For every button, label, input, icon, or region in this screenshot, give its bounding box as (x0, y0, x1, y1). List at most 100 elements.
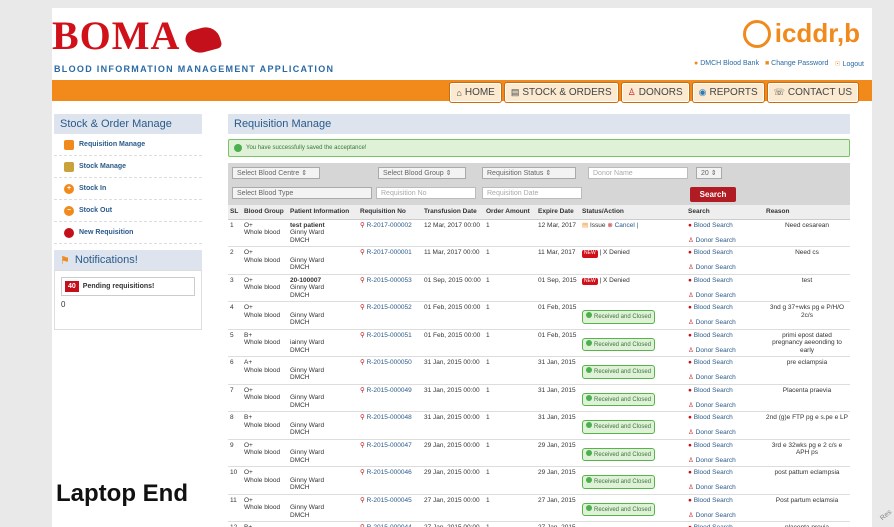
denied-action[interactable]: | X Denied (599, 249, 629, 256)
nav-stock-button[interactable]: ▤ STOCK & ORDERS (504, 83, 618, 102)
cell-search: ● Blood Search♙ Donor Search (686, 329, 764, 357)
cell-blood-group: O+ Whole blood (242, 246, 288, 275)
boma-logo[interactable]: BOMA (52, 13, 223, 58)
main-content: Requisition Manage You have successfully… (228, 114, 850, 527)
cell-requisition-no[interactable]: ⚲ R-2017-000002 (358, 219, 422, 247)
cell-requisition-no[interactable]: ⚲ R-2015-000052 (358, 301, 422, 330)
donor-search-link[interactable]: Donor Search (696, 429, 736, 436)
donor-search-link[interactable]: Donor Search (696, 347, 736, 354)
cell-transfusion-date: 29 Jan, 2015 00:00 (422, 439, 484, 467)
navbar: ⌂ HOME ▤ STOCK & ORDERS ♙ DONORS ◉ REPORTS ☏… (52, 80, 872, 104)
sidebar-item-new-requisition[interactable]: New Requisition (54, 222, 202, 244)
donor-search-link[interactable]: Donor Search (696, 319, 736, 326)
cell-blood-group: O+ Whole blood (242, 466, 288, 495)
cell-requisition-no[interactable]: ⚲ R-2017-000001 (358, 246, 422, 275)
blood-search-link[interactable]: Blood Search (694, 277, 733, 284)
cell-requisition-no[interactable]: ⚲ R-2015-000048 (358, 411, 422, 440)
requisition-no-input[interactable]: Requisition No (376, 187, 476, 199)
blood-search-link[interactable]: Blood Search (694, 222, 733, 229)
cell-reason: pre eclampsia (764, 356, 850, 385)
blood-search-link[interactable]: Blood Search (694, 469, 733, 476)
nav-reports-button[interactable]: ◉ REPORTS (692, 83, 764, 102)
donor-search-link[interactable]: Donor Search (696, 402, 736, 409)
cell-requisition-no[interactable]: ⚲ R-2015-000050 (358, 356, 422, 385)
donor-search-link[interactable]: Donor Search (696, 512, 736, 519)
blood-type-select[interactable]: Select Blood Type (232, 187, 372, 199)
donor-search-link[interactable]: Donor Search (696, 264, 736, 271)
donor-search-link[interactable]: Donor Search (696, 374, 736, 381)
col-search[interactable]: Search (686, 205, 764, 220)
sidebar-item-requisition-manage[interactable]: Requisition Manage (54, 134, 202, 156)
col-blood-group[interactable]: Blood Group (242, 205, 288, 220)
donor-search-link[interactable]: Donor Search (696, 237, 736, 244)
cell-order-amount: 1 (484, 356, 536, 385)
blood-search-link[interactable]: Blood Search (694, 304, 733, 311)
sun-icon (742, 19, 771, 48)
requisition-date-input[interactable]: Requisition Date (482, 187, 582, 199)
cell-requisition-no[interactable]: ⚲ R-2015-000044 (358, 521, 422, 527)
cell-patient: Ginny WardDMCH (288, 384, 358, 412)
donor-search-link[interactable]: Donor Search (696, 457, 736, 464)
cell-reason: placenta previa (764, 521, 850, 527)
sidebar-item-stock-manage[interactable]: Stock Manage (54, 156, 202, 178)
col-requisition-no[interactable]: Requisition No (358, 205, 422, 220)
magnifier-icon: ⚲ (360, 331, 365, 339)
cell-sl: 11 (228, 494, 242, 522)
change-password-link[interactable]: Change Password (771, 60, 828, 67)
page-title: Requisition Manage (228, 114, 850, 134)
donor-icon: ♙ (688, 511, 694, 519)
cell-patient: Ginny WardDMCH (288, 521, 358, 527)
pending-requisitions[interactable]: 40 Pending requisitions! (61, 277, 195, 296)
blood-search-link[interactable]: Blood Search (694, 359, 733, 366)
col-reason[interactable]: Reason (764, 205, 850, 220)
cell-requisition-no[interactable]: ⚲ R-2015-000045 (358, 494, 422, 522)
blood-search-link[interactable]: Blood Search (694, 414, 733, 421)
cell-patient: Ginny WardDMCH (288, 356, 358, 385)
logo-text: BOMA (52, 13, 181, 58)
page-size-select[interactable]: 20 ⇕ (696, 167, 722, 179)
blood-search-link[interactable]: Blood Search (694, 387, 733, 394)
col-patient-info[interactable]: Patient Information (288, 205, 358, 220)
blood-drop-icon: ● (688, 496, 692, 504)
col-sl[interactable]: SL (228, 205, 242, 220)
search-button[interactable]: Search (690, 187, 736, 202)
sidebar-item-stock-out[interactable]: − Stock Out (54, 200, 202, 222)
col-expire-date[interactable]: Expire Date (536, 205, 580, 220)
blood-centre-select[interactable]: Select Blood Centre ⇕ (232, 167, 320, 179)
cell-transfusion-date: 29 Jan, 2015 00:00 (422, 466, 484, 495)
col-order-amount[interactable]: Order Amount (484, 205, 536, 220)
donor-name-input[interactable]: Donor Name (588, 167, 688, 179)
cell-requisition-no[interactable]: ⚲ R-2015-000051 (358, 329, 422, 357)
cell-requisition-no[interactable]: ⚲ R-2015-000046 (358, 466, 422, 495)
cell-search: ● Blood Search♙ Donor Search (686, 301, 764, 330)
issue-action[interactable]: Issue (590, 222, 606, 229)
user-link[interactable]: DMCH Blood Bank (700, 60, 759, 67)
denied-action[interactable]: | X Denied (599, 277, 629, 284)
sidebar-item-stock-in[interactable]: + Stock In (54, 178, 202, 200)
col-status-action[interactable]: Status/Action (580, 205, 686, 220)
col-transfusion-date[interactable]: Transfusion Date (422, 205, 484, 220)
cell-requisition-no[interactable]: ⚲ R-2015-000047 (358, 439, 422, 467)
cell-requisition-no[interactable]: ⚲ R-2015-000049 (358, 384, 422, 412)
nav-donors-button[interactable]: ♙ DONORS (621, 83, 689, 102)
requisition-status-select[interactable]: Requisition Status ⇕ (482, 167, 576, 179)
stock-icon: ▤ (510, 87, 520, 97)
donor-search-link[interactable]: Donor Search (696, 484, 736, 491)
donor-icon: ♙ (688, 236, 694, 244)
blood-search-link[interactable]: Blood Search (694, 442, 733, 449)
cell-transfusion-date: 31 Jan, 2015 00:00 (422, 356, 484, 385)
blood-group-select[interactable]: Select Blood Group ⇕ (378, 167, 466, 179)
blood-search-link[interactable]: Blood Search (694, 332, 733, 339)
magnifier-icon: ⚲ (360, 249, 365, 256)
cell-blood-group: O+ Whole blood (242, 301, 288, 330)
blood-search-link[interactable]: Blood Search (694, 497, 733, 504)
donor-search-link[interactable]: Donor Search (696, 292, 736, 299)
cancel-action[interactable]: Cancel | (615, 222, 639, 229)
logout-link[interactable]: Logout (843, 61, 864, 68)
cell-transfusion-date: 01 Feb, 2015 00:00 (422, 329, 484, 357)
nav-home-button[interactable]: ⌂ HOME (450, 83, 501, 102)
cell-sl: 9 (228, 439, 242, 467)
nav-contact-button[interactable]: ☏ CONTACT US (767, 83, 858, 102)
blood-search-link[interactable]: Blood Search (694, 249, 733, 256)
cell-requisition-no[interactable]: ⚲ R-2015-000053 (358, 274, 422, 302)
